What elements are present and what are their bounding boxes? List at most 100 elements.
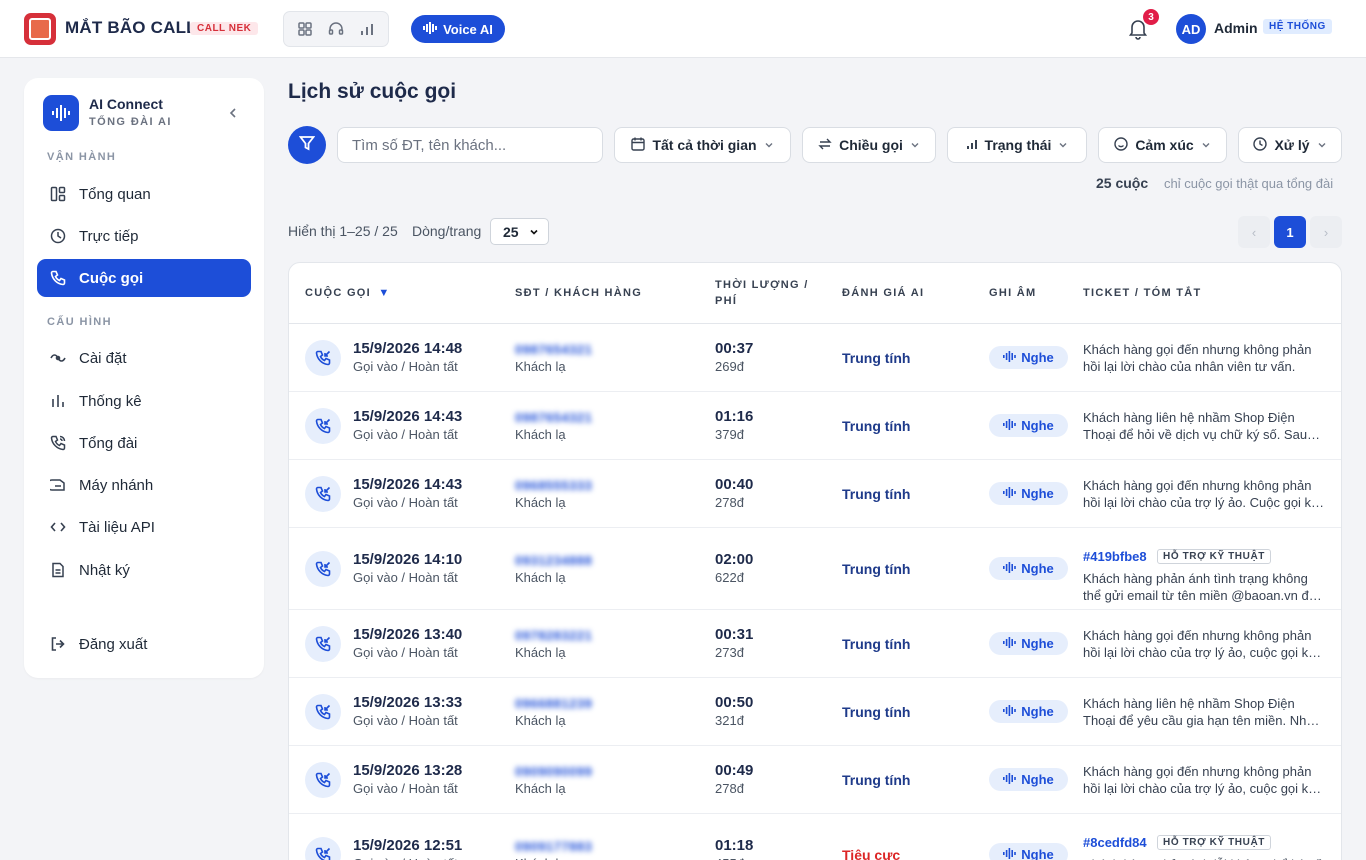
sidebar-item-api-docs[interactable]: Tài liệu API — [37, 508, 251, 546]
table-row[interactable]: 15/9/2026 13:40 Gọi vào / Hoàn tất 0978283… — [289, 610, 1341, 678]
table-row[interactable]: 15/9/2026 13:33 Gọi vào / Hoàn tất 0966881… — [289, 678, 1341, 746]
pager-next-button[interactable]: › — [1310, 216, 1342, 248]
listen-button[interactable]: Nghe — [989, 700, 1068, 723]
sidebar-item-extensions[interactable]: Máy nhánh — [37, 466, 251, 504]
call-summary: Khách hàng gọi đến nhưng không phản hồi … — [1083, 764, 1319, 796]
incoming-call-icon — [305, 762, 341, 798]
sidebar-subtitle: TỔNG ĐÀI AI — [89, 116, 172, 128]
emotion-filter-dropdown[interactable]: Cảm xúc — [1098, 127, 1227, 163]
call-datetime: 15/9/2026 13:40 — [353, 626, 463, 643]
customer-phone[interactable]: 0909090099 — [515, 764, 592, 779]
customer-name: Khách lạ — [515, 645, 566, 660]
call-fee: 269đ — [715, 359, 744, 374]
filter-button[interactable] — [288, 126, 326, 164]
rows-per-page-select[interactable]: 25 — [490, 218, 549, 245]
listen-label: Nghe — [1021, 486, 1054, 501]
call-fee: 278đ — [715, 495, 744, 510]
sidebar-item-label: Cuộc gọi — [79, 269, 144, 287]
incoming-call-icon — [305, 551, 341, 587]
direction-filter-label: Chiều gọi — [839, 137, 903, 153]
user-name[interactable]: Admin — [1214, 20, 1258, 36]
top-bar: MẮT BÃO CALL CALL NEK Voice AI 3 AD Admi… — [0, 0, 1366, 58]
sidebar-item-switchboard[interactable]: Tổng đài — [37, 424, 251, 462]
call-datetime: 15/9/2026 14:43 — [353, 476, 463, 493]
column-header-call[interactable]: CUỘC GỌI ▼ — [305, 285, 391, 301]
listen-button[interactable]: Nghe — [989, 346, 1068, 369]
sidebar-item-logs[interactable]: Nhật ký — [37, 551, 251, 589]
customer-phone[interactable]: 0966881239 — [515, 696, 592, 711]
logout-button[interactable]: Đăng xuất — [37, 625, 251, 663]
call-direction: Gọi vào / Hoàn tất — [353, 359, 458, 374]
status-filter-dropdown[interactable]: Trạng thái — [947, 127, 1087, 163]
call-datetime: 15/9/2026 13:33 — [353, 694, 463, 711]
call-summary: Khách hàng gọi đến nhưng không phản hồi … — [1083, 478, 1322, 510]
listen-button[interactable]: Nghe — [989, 557, 1068, 580]
customer-phone[interactable]: 0909177883 — [515, 839, 592, 854]
customer-phone[interactable]: 0987654321 — [515, 410, 592, 425]
call-fee: 273đ — [715, 645, 744, 660]
signal-icon[interactable] — [357, 19, 377, 39]
ticket-link[interactable]: #8cedfd84 — [1083, 835, 1147, 850]
call-summary: Khách hàng gọi đến nhưng không phản hồi … — [1083, 628, 1319, 660]
listen-label: Nghe — [1021, 418, 1054, 433]
table-row[interactable]: 15/9/2026 14:43 Gọi vào / Hoàn tất 0968555… — [289, 460, 1341, 528]
collapse-sidebar-icon[interactable] — [226, 106, 240, 120]
extension-icon — [49, 476, 67, 494]
table-row[interactable]: 15/9/2026 14:10 Gọi vào / Hoàn tất 0931234… — [289, 528, 1341, 610]
call-duration: 00:49 — [715, 762, 754, 779]
listen-button[interactable]: Nghe — [989, 632, 1068, 655]
voice-ai-button[interactable]: Voice AI — [411, 15, 505, 43]
sidebar-item-statistics[interactable]: Thống kê — [37, 382, 251, 420]
ai-sentiment: Trung tính — [842, 772, 911, 788]
sidebar-item-live[interactable]: Trực tiếp — [37, 217, 251, 255]
avatar[interactable]: AD — [1176, 14, 1206, 44]
listen-label: Nghe — [1021, 561, 1054, 576]
table-row[interactable]: 15/9/2026 14:43 Gọi vào / Hoàn tất 0987654… — [289, 392, 1341, 460]
waveform-icon — [1003, 418, 1017, 433]
table-row[interactable]: 15/9/2026 14:48 Gọi vào / Hoàn tất 0987654… — [289, 324, 1341, 392]
phone-call-icon — [49, 434, 67, 452]
listen-button[interactable]: Nghe — [989, 768, 1068, 791]
dashboard-icon — [49, 185, 67, 203]
time-filter-dropdown[interactable]: Tất cả thời gian — [614, 127, 791, 163]
call-duration: 00:31 — [715, 626, 754, 643]
customer-phone[interactable]: 0931234888 — [515, 553, 592, 568]
pager-prev-button[interactable]: ‹ — [1238, 216, 1270, 248]
sidebar-item-settings[interactable]: Cài đặt — [37, 339, 251, 377]
listen-button[interactable]: Nghe — [989, 414, 1068, 437]
listen-button[interactable]: Nghe — [989, 482, 1068, 505]
search-input[interactable]: Tìm số ĐT, tên khách... — [337, 127, 603, 163]
column-header-phone: SĐT / KHÁCH HÀNG — [515, 287, 643, 299]
headset-icon[interactable] — [326, 19, 346, 39]
phone-icon — [49, 269, 67, 287]
sidebar-item-label: Thống kê — [79, 392, 142, 410]
sidebar-item-label: Cài đặt — [79, 349, 127, 367]
sidebar-item-calls[interactable]: Cuộc gọi — [37, 259, 251, 297]
direction-filter-dropdown[interactable]: Chiều gọi — [802, 127, 936, 163]
brand-logo-icon[interactable] — [24, 13, 56, 45]
table-row[interactable]: 15/9/2026 13:28 Gọi vào / Hoàn tất 0909090… — [289, 746, 1341, 814]
pager-page-1[interactable]: 1 — [1274, 216, 1306, 248]
listen-label: Nghe — [1021, 772, 1054, 787]
listen-label: Nghe — [1021, 847, 1054, 860]
call-datetime: 15/9/2026 14:10 — [353, 551, 463, 568]
customer-phone[interactable]: 0968555333 — [515, 478, 592, 493]
call-fee: 379đ — [715, 427, 744, 442]
handling-filter-dropdown[interactable]: Xử lý — [1238, 127, 1342, 163]
incoming-call-icon — [305, 626, 341, 662]
call-duration: 02:00 — [715, 551, 754, 568]
listen-label: Nghe — [1021, 704, 1054, 719]
brand-name[interactable]: MẮT BÃO CALL — [65, 18, 197, 38]
sidebar-item-overview[interactable]: Tổng quan — [37, 175, 251, 213]
listen-button[interactable]: Nghe — [989, 843, 1068, 860]
customer-phone[interactable]: 0987654321 — [515, 342, 592, 357]
logout-label: Đăng xuất — [79, 635, 148, 653]
column-header-duration: THỜI LƯỢNG / PHÍ — [715, 277, 809, 309]
customer-phone[interactable]: 0978283221 — [515, 628, 592, 643]
ticket-link[interactable]: #419bfbe8 — [1083, 549, 1147, 564]
grid-icon[interactable] — [295, 19, 315, 39]
table-row[interactable]: 15/9/2026 12:51 Gọi vào / Hoàn tất 0909177… — [289, 814, 1341, 860]
bar-chart-icon — [49, 392, 67, 410]
calls-table: CUỘC GỌI ▼ SĐT / KHÁCH HÀNG THỜI LƯỢNG /… — [288, 262, 1342, 860]
search-placeholder: Tìm số ĐT, tên khách... — [352, 136, 507, 154]
